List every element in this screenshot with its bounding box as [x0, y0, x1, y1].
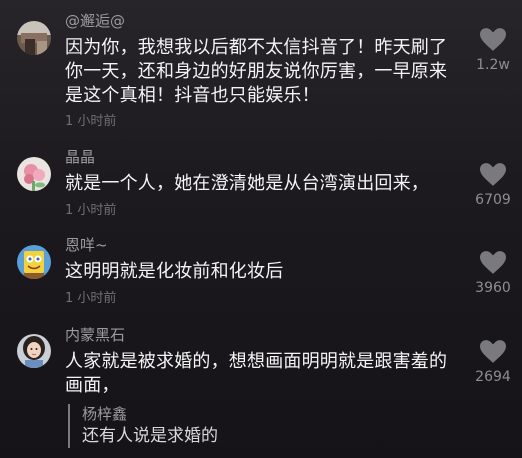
reply-username[interactable]: 杨梓鑫	[82, 404, 412, 424]
comment-username[interactable]: @邂逅@	[65, 12, 125, 30]
like-button[interactable]: 1.2w	[468, 28, 518, 73]
comment-text: 这明明就是化妆前和化妆后	[65, 261, 284, 282]
heart-icon	[480, 28, 506, 51]
avatar[interactable]	[17, 21, 51, 55]
comment-time: 1 小时前	[65, 291, 117, 306]
like-button[interactable]: 2694	[468, 340, 518, 385]
avatar-flower-icon	[17, 157, 51, 191]
comment-text: 人家就是被求婚的，想想画面明明就是跟害羞的画面，	[65, 351, 448, 396]
comment-text: 因为你，我想我以后都不太信抖音了！昨天刷了你一天，还和身边的好朋友说你厉害，一早…	[65, 37, 448, 106]
reply-text: 还有人说是求婚的	[82, 426, 218, 446]
heart-icon	[480, 163, 506, 186]
avatar[interactable]	[17, 157, 51, 191]
heart-icon	[480, 340, 506, 363]
avatar[interactable]	[17, 334, 51, 368]
avatar-photo-icon	[17, 21, 51, 55]
comment-text: 就是一个人，她在澄清她是从台湾演出回来，	[65, 173, 429, 194]
heart-icon	[480, 251, 506, 274]
like-count: 2694	[475, 369, 511, 385]
comment-time: 1 小时前	[65, 203, 117, 218]
comment-username[interactable]: 晶晶	[65, 148, 95, 166]
like-button[interactable]: 3960	[468, 251, 518, 296]
comment-username[interactable]: 恩咩~	[65, 236, 108, 254]
reply-item[interactable]: 杨梓鑫 还有人说是求婚的	[68, 404, 412, 448]
like-count: 1.2w	[476, 57, 510, 73]
like-button[interactable]: 6709	[468, 163, 518, 208]
like-count: 3960	[475, 280, 511, 296]
comment-username[interactable]: 内蒙黑石	[65, 326, 125, 344]
avatar-sponge-icon	[17, 245, 51, 279]
like-count: 6709	[475, 192, 511, 208]
avatar-girl-icon	[17, 334, 51, 368]
comment-time: 1 小时前	[65, 114, 117, 129]
avatar[interactable]	[17, 245, 51, 279]
